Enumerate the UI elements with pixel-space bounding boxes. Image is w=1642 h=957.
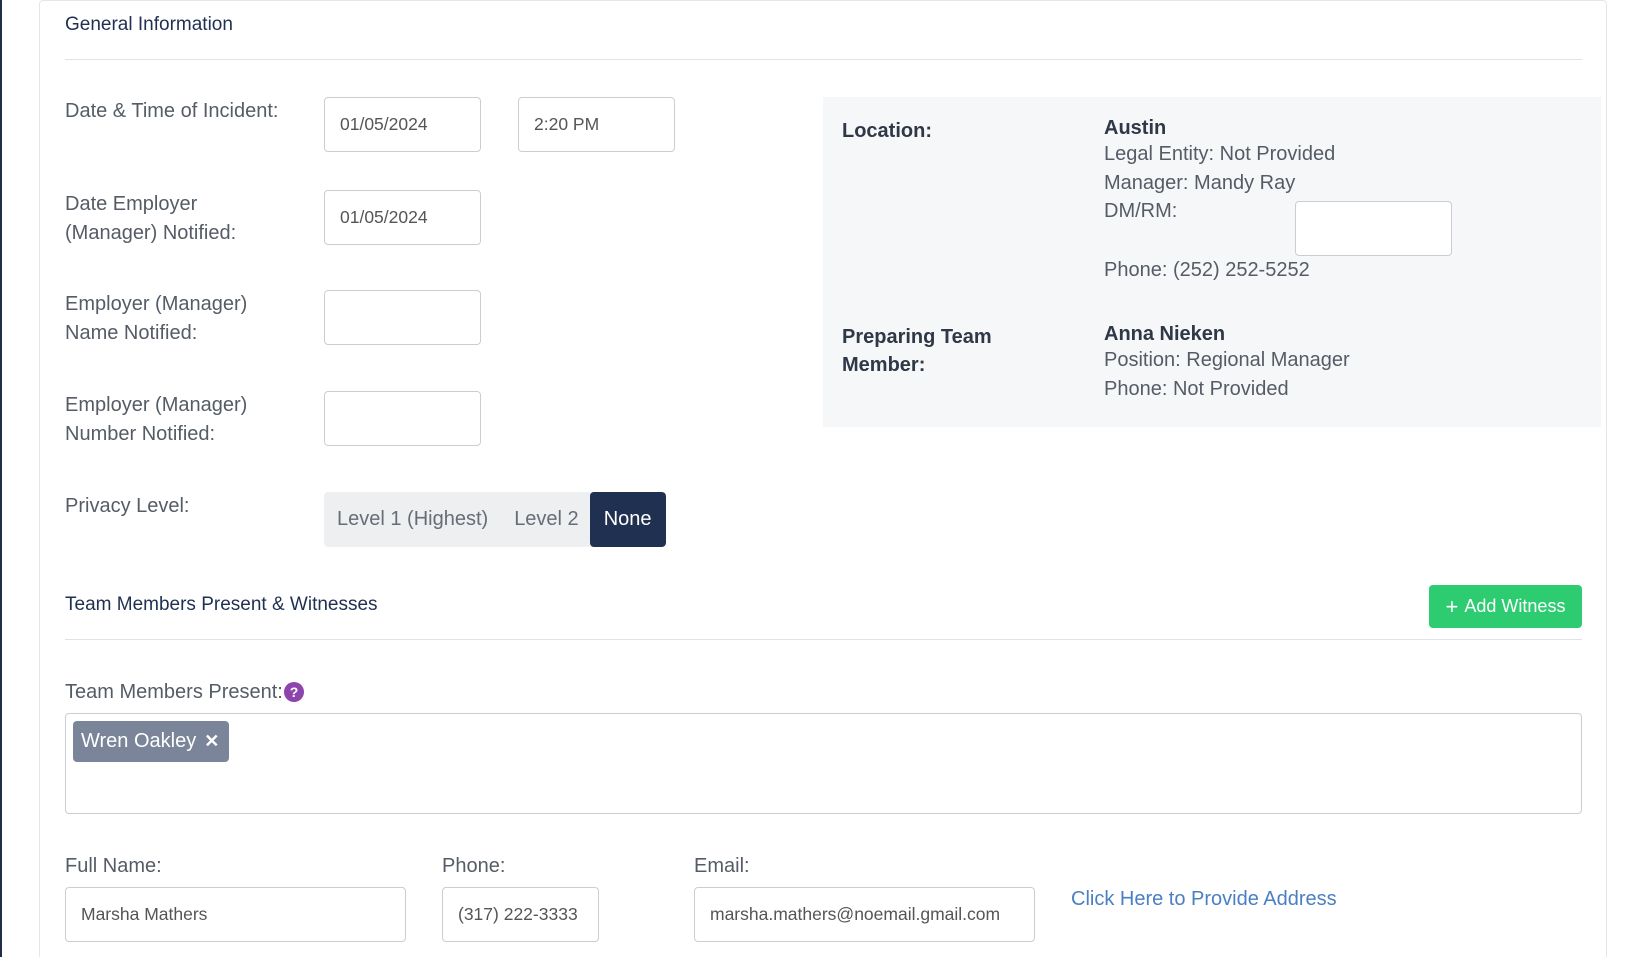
preparer-label: Preparing Team Member: [842,323,992,379]
label-line: Date Employer [65,193,198,215]
label-line: Employer (Manager) [65,394,248,416]
email-input[interactable]: marsha.mathers@noemail.gmail.com [694,887,1035,942]
add-witness-button[interactable]: + Add Witness [1429,585,1582,628]
team-member-tag: Wren Oakley ✕ [73,721,230,762]
label-line: Name Notified: [65,321,198,344]
label-line: Preparing Team [842,326,992,348]
employer-name-input[interactable] [324,290,481,345]
incident-time-input[interactable]: 2:20 PM [518,97,675,152]
preparer-phone: Phone: Not Provided [1104,377,1289,400]
privacy-option-level2[interactable]: Level 2 [501,492,590,547]
full-name-label: Full Name: [65,855,162,877]
incident-date-input[interactable]: 01/05/2024 [324,97,481,152]
privacy-option-none[interactable]: None [589,492,666,547]
label-line: Number Notified: [65,422,216,445]
employer-number-label: Employer (Manager) Number Notified: [65,391,247,448]
add-witness-label: Add Witness [1464,596,1566,616]
employer-notified-label: Date Employer (Manager) Notified: [65,190,236,247]
location-label: Location: [842,120,932,142]
legal-entity: Legal Entity: Not Provided [1104,143,1336,165]
close-icon[interactable]: ✕ [204,731,219,752]
label-line: (Manager) Notified: [65,221,237,244]
tag-label: Wren Oakley [81,730,197,752]
employer-notified-date-input[interactable]: 01/05/2024 [324,190,481,245]
preparer-name: Anna Nieken [1104,323,1226,345]
employer-number-input[interactable] [324,391,481,446]
email-label: Email: [694,855,750,877]
location-name: Austin [1104,117,1167,139]
divider [65,639,1582,640]
provide-address-link[interactable]: Click Here to Provide Address [1071,888,1337,911]
location-phone: Phone: (252) 252-5252 [1104,259,1310,281]
team-present-tag-input[interactable]: Wren Oakley ✕ [65,713,1582,814]
divider [65,59,1582,60]
left-border [0,0,2,957]
team-present-label: Team Members Present: [65,681,283,703]
label-line: Member: [842,354,926,376]
phone-input[interactable]: (317) 222-3333 [442,887,599,942]
dmrm-input[interactable] [1295,201,1452,256]
privacy-level-label: Privacy Level: [65,495,190,517]
employer-name-label: Employer (Manager) Name Notified: [65,290,247,347]
date-time-label: Date & Time of Incident: [65,100,279,122]
preparer-details: Anna Nieken Position: Regional Manager P… [1104,323,1350,403]
full-name-input[interactable]: Marsha Mathers [65,887,406,942]
label-line: Employer (Manager) [65,293,248,315]
location-manager: Manager: Mandy Ray [1104,171,1296,194]
preparer-position: Position: Regional Manager [1104,349,1350,371]
phone-label: Phone: [442,855,506,877]
privacy-level-toggle: Level 1 (Highest) Level 2 None [324,492,666,547]
section-title-witnesses: Team Members Present & Witnesses [65,594,378,615]
help-icon[interactable]: ? [284,682,304,702]
privacy-option-level1[interactable]: Level 1 (Highest) [324,492,501,547]
plus-icon: + [1445,593,1459,619]
section-title-general: General Information [65,14,233,35]
